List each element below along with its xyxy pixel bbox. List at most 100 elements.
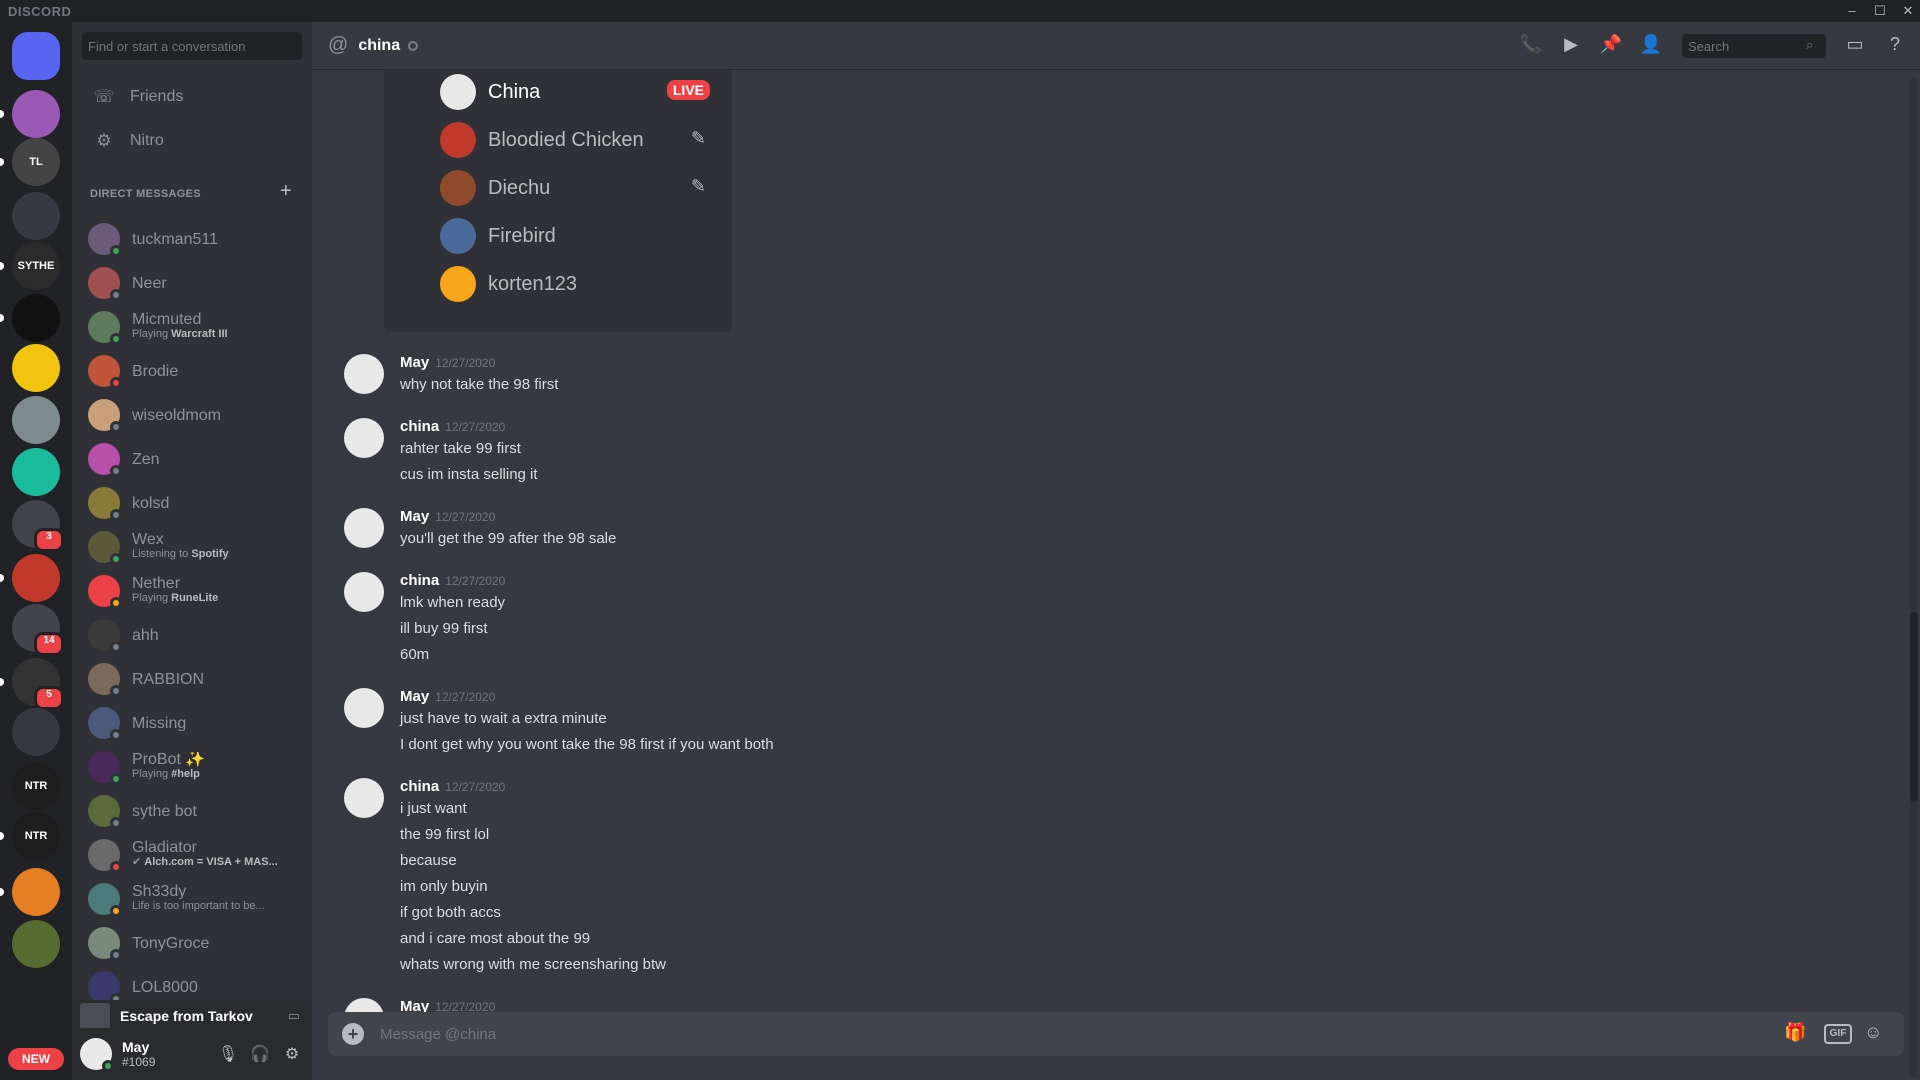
server-icon[interactable] xyxy=(12,90,60,138)
dm-item[interactable]: Gladiator ✔ Alch.com = VISA + MAS... xyxy=(80,834,304,876)
server-icon[interactable] xyxy=(12,396,60,444)
server-icon[interactable]: 3 xyxy=(12,500,64,552)
new-badge[interactable]: NEW xyxy=(8,1048,64,1070)
server-icon[interactable]: 5 xyxy=(12,658,64,710)
call-icon[interactable]: 📞 xyxy=(1518,34,1544,58)
server-icon[interactable]: 14 xyxy=(12,604,64,656)
emoji-icon[interactable]: ☺ xyxy=(1864,1022,1882,1046)
server-icon[interactable] xyxy=(12,554,60,602)
stream-screen-icon[interactable]: ▭ xyxy=(288,1008,300,1024)
dm-item[interactable]: Wex Listening to Spotify xyxy=(80,526,304,568)
close-button[interactable]: ✕ xyxy=(1894,0,1920,22)
unread-badge: 14 xyxy=(34,632,64,656)
dm-search-input[interactable] xyxy=(82,32,302,60)
gift-icon[interactable]: 🎁 xyxy=(1784,1022,1806,1046)
avatar[interactable] xyxy=(344,354,384,394)
scrollbar-thumb[interactable] xyxy=(1910,612,1918,802)
dm-item[interactable]: ahh xyxy=(80,614,304,656)
dm-item[interactable]: kolsd xyxy=(80,482,304,524)
game-icon xyxy=(80,1003,110,1029)
gif-button[interactable]: GIF xyxy=(1824,1024,1852,1044)
help-icon[interactable]: ? xyxy=(1882,34,1908,58)
avatar[interactable] xyxy=(344,508,384,548)
dm-text: Gladiator ✔ Alch.com = VISA + MAS... xyxy=(132,840,278,870)
dm-item[interactable]: Sh33dy Life is too important to be... xyxy=(80,878,304,920)
avatar[interactable] xyxy=(344,418,384,458)
avatar[interactable] xyxy=(344,688,384,728)
server-icon[interactable]: NTR xyxy=(12,762,60,810)
upload-plus-icon[interactable]: + xyxy=(342,1023,364,1045)
dm-name: Gladiator xyxy=(132,840,197,855)
dm-text: Missing xyxy=(132,716,186,731)
message-author[interactable]: May xyxy=(400,688,429,705)
server-icon[interactable] xyxy=(12,32,60,80)
server-icon[interactable] xyxy=(12,868,60,916)
inbox-icon[interactable]: ▭ xyxy=(1842,34,1868,58)
call-participant[interactable]: Firebird xyxy=(440,216,720,256)
message-author[interactable]: china xyxy=(400,778,439,795)
nitro-button[interactable]: ⚙ Nitro xyxy=(80,120,304,162)
dm-item[interactable]: tuckman511 xyxy=(80,218,304,260)
add-friend-icon[interactable]: 👤 xyxy=(1638,34,1664,58)
server-icon[interactable] xyxy=(12,294,60,342)
server-icon[interactable] xyxy=(12,344,60,392)
settings-gear-icon[interactable]: ⚙ xyxy=(280,1044,304,1064)
maximize-button[interactable]: ☐ xyxy=(1866,0,1894,22)
message-timestamp: 12/27/2020 xyxy=(435,510,496,524)
server-icon[interactable] xyxy=(12,192,60,240)
server-icon[interactable] xyxy=(12,708,60,756)
scrollbar-track[interactable] xyxy=(1910,78,1918,1078)
message-author[interactable]: china xyxy=(400,572,439,589)
server-icon[interactable] xyxy=(12,448,60,496)
status-indicator xyxy=(408,40,419,51)
pin-icon[interactable]: 📌 xyxy=(1598,34,1624,58)
server-icon[interactable]: SYTHE xyxy=(12,242,60,290)
dm-text: ProBot ✨ Playing #help xyxy=(132,752,205,782)
user-tag: #1069 xyxy=(122,1055,156,1069)
avatar[interactable] xyxy=(344,572,384,612)
minimize-button[interactable]: – xyxy=(1838,0,1866,22)
microphone-icon[interactable]: 🎙 xyxy=(216,1044,240,1064)
dm-item[interactable]: wiseoldmom xyxy=(80,394,304,436)
search-input[interactable] xyxy=(1682,34,1826,58)
message-line: and i care most about the 99 xyxy=(400,930,591,947)
dm-activity-name: RuneLite xyxy=(171,592,219,604)
avatar xyxy=(88,355,122,389)
server-icon[interactable]: TL xyxy=(12,138,60,186)
call-participant[interactable]: Diechu ✎ xyxy=(440,168,720,208)
call-participant[interactable]: China LIVE xyxy=(440,72,720,112)
video-call-icon[interactable]: ▶ xyxy=(1558,34,1584,58)
participant-name: korten123 xyxy=(488,272,577,295)
call-participant[interactable]: korten123 xyxy=(440,264,720,304)
avatar[interactable] xyxy=(80,1038,114,1072)
message-input[interactable] xyxy=(378,1020,1678,1048)
headphones-icon[interactable]: 🎧 xyxy=(248,1044,272,1064)
dm-item[interactable]: Missing xyxy=(80,702,304,744)
dm-item[interactable]: sythe bot xyxy=(80,790,304,832)
dm-item[interactable]: Micmuted Playing Warcraft III xyxy=(80,306,304,348)
dm-activity-name: Warcraft III xyxy=(171,328,228,340)
message-author[interactable]: May xyxy=(400,508,429,525)
unread-pill xyxy=(0,888,4,896)
create-dm-plus-icon[interactable]: + xyxy=(280,180,292,203)
dm-activity-name: #help xyxy=(171,768,200,780)
dm-item[interactable]: TonyGroce xyxy=(80,922,304,964)
call-participant[interactable]: Bloodied Chicken ✎ xyxy=(440,120,720,160)
avatar xyxy=(440,218,476,254)
message-author[interactable]: May xyxy=(400,354,429,371)
dm-item[interactable]: ProBot ✨ Playing #help xyxy=(80,746,304,788)
avatar xyxy=(88,619,122,653)
message-author[interactable]: china xyxy=(400,418,439,435)
dm-item[interactable]: Zen xyxy=(80,438,304,480)
dm-item[interactable]: Neer xyxy=(80,262,304,304)
server-icon[interactable] xyxy=(12,920,60,968)
muted-mic-icon: ✎ xyxy=(690,176,706,196)
message-line: the 99 first lol xyxy=(400,826,490,843)
dm-item[interactable]: Nether Playing RuneLite xyxy=(80,570,304,612)
friends-button[interactable]: ☏ Friends xyxy=(80,76,304,118)
status-dot xyxy=(110,421,122,433)
dm-item[interactable]: RABBION xyxy=(80,658,304,700)
dm-item[interactable]: Brodie xyxy=(80,350,304,392)
avatar[interactable] xyxy=(344,778,384,818)
server-icon[interactable]: NTR xyxy=(12,812,60,860)
